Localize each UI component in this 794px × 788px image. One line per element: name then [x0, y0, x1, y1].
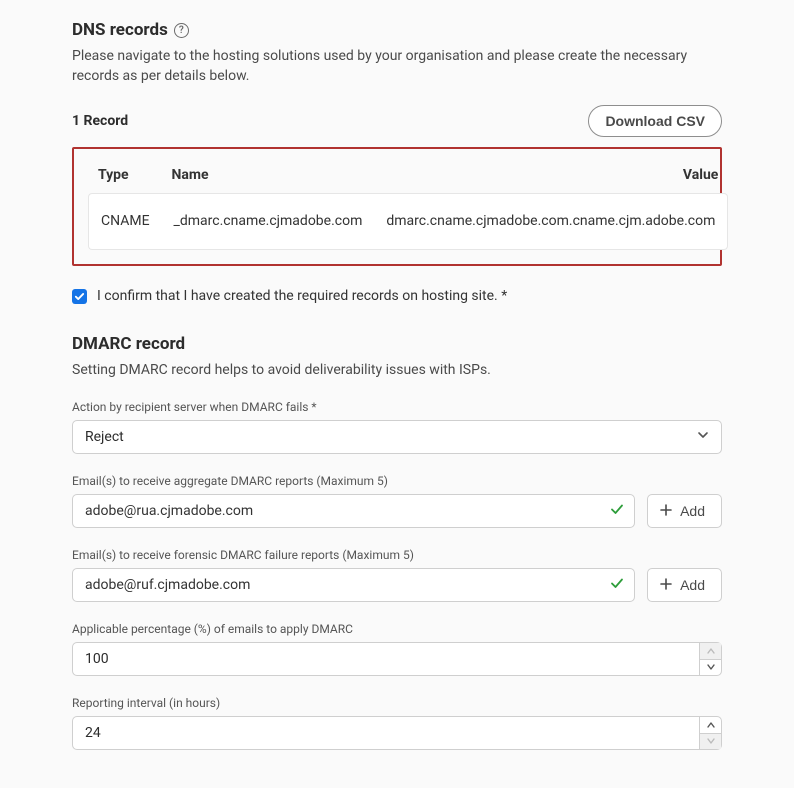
col-type: Type: [88, 161, 162, 193]
step-down-button: [700, 734, 721, 750]
percentage-input[interactable]: 100: [72, 642, 722, 676]
dns-table-frame: Type Name Value CNAME _dmarc.cname.cjmad…: [72, 147, 722, 267]
cell-name: _dmarc.cname.cjmadobe.com: [162, 193, 375, 251]
forensic-email-input[interactable]: adobe@ruf.cjmadobe.com: [72, 568, 635, 602]
checkmark-icon: [74, 291, 85, 302]
percentage-label: Applicable percentage (%) of emails to a…: [72, 622, 722, 636]
action-value: Reject: [85, 429, 124, 445]
forensic-label: Email(s) to receive forensic DMARC failu…: [72, 548, 722, 562]
step-up-button[interactable]: [700, 717, 721, 734]
percentage-stepper: [699, 643, 721, 675]
check-icon: [610, 576, 624, 594]
info-icon[interactable]: ?: [174, 23, 189, 38]
interval-input[interactable]: 24: [72, 716, 722, 750]
dns-records-title-text: DNS records: [72, 20, 168, 40]
chevron-down-icon: [697, 429, 709, 445]
confirm-checkbox[interactable]: [72, 289, 87, 304]
cell-type: CNAME: [88, 193, 162, 251]
aggregate-email-input[interactable]: adobe@rua.cjmadobe.com: [72, 494, 635, 528]
confirm-label: I confirm that I have created the requir…: [97, 288, 507, 304]
dmarc-record-title: DMARC record: [72, 334, 722, 354]
add-aggregate-button[interactable]: Add: [647, 494, 722, 528]
dmarc-record-desc: Setting DMARC record helps to avoid deli…: [72, 362, 722, 378]
step-down-button[interactable]: [700, 660, 721, 676]
aggregate-email-value: adobe@rua.cjmadobe.com: [85, 503, 253, 519]
cell-value: dmarc.cname.cjmadobe.com.cname.cjm.adobe…: [374, 193, 728, 251]
aggregate-label: Email(s) to receive aggregate DMARC repo…: [72, 474, 722, 488]
dns-records-desc: Please navigate to the hosting solutions…: [72, 46, 722, 87]
add-forensic-button[interactable]: Add: [647, 568, 722, 602]
forensic-email-value: adobe@ruf.cjmadobe.com: [85, 577, 250, 593]
col-value: Value: [374, 161, 728, 193]
add-forensic-label: Add: [680, 577, 705, 593]
interval-label: Reporting interval (in hours): [72, 696, 722, 710]
step-up-button: [700, 643, 721, 660]
action-label: Action by recipient server when DMARC fa…: [72, 400, 722, 414]
interval-value: 24: [85, 725, 101, 741]
dns-records-title: DNS records ?: [72, 20, 722, 40]
action-select[interactable]: Reject: [72, 420, 722, 454]
plus-icon: [660, 503, 672, 519]
col-name: Name: [162, 161, 375, 193]
plus-icon: [660, 577, 672, 593]
check-icon: [610, 502, 624, 520]
records-count: 1 Record: [72, 113, 128, 129]
table-row: CNAME _dmarc.cname.cjmadobe.com dmarc.cn…: [88, 193, 728, 251]
percentage-value: 100: [85, 651, 109, 667]
interval-stepper: [699, 717, 721, 749]
download-csv-button[interactable]: Download CSV: [588, 105, 722, 137]
add-aggregate-label: Add: [680, 503, 705, 519]
dns-table: Type Name Value CNAME _dmarc.cname.cjmad…: [88, 161, 728, 251]
